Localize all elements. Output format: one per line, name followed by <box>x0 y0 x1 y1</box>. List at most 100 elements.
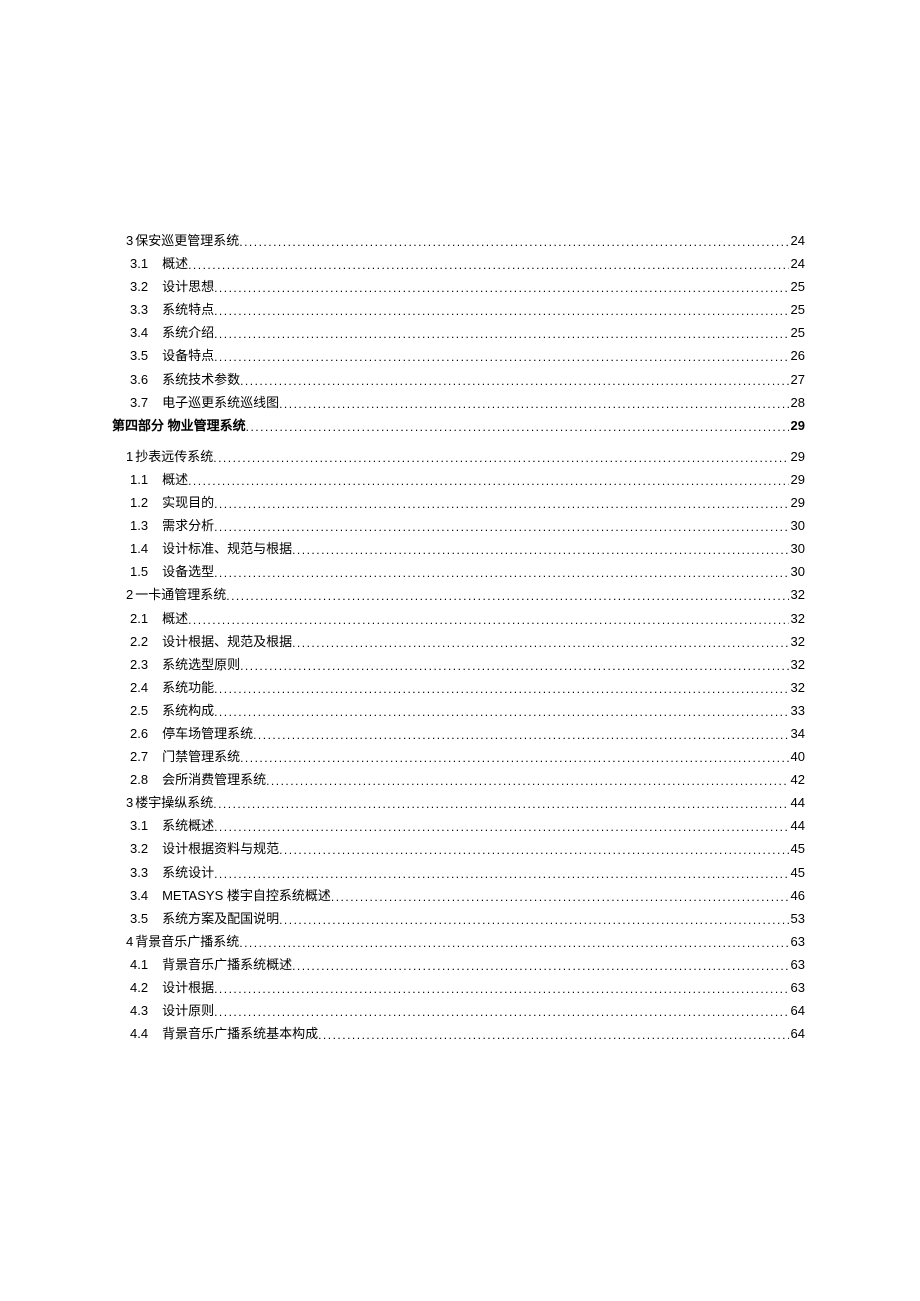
toc-entry: 2一卡通管理系统32 <box>112 588 805 601</box>
toc-leader <box>279 914 788 926</box>
toc-number: 1 <box>126 450 133 463</box>
toc-leader <box>214 868 788 880</box>
toc-page: 44 <box>789 819 805 832</box>
toc-entry: 4.4背景音乐广播系统基本构成64 <box>112 1027 805 1040</box>
toc-number: 4.4 <box>130 1027 148 1040</box>
toc-entry: 4.2设计根据63 <box>112 981 805 994</box>
toc-entry: 2.1概述32 <box>112 612 805 625</box>
toc-number: 1.1 <box>130 473 148 486</box>
toc-number: 1.2 <box>130 496 148 509</box>
toc-leader <box>246 421 789 433</box>
toc-page: 30 <box>789 519 805 532</box>
toc-page: 32 <box>789 588 805 601</box>
toc-entry: 2.5系统构成33 <box>112 704 805 717</box>
toc-title: 会所消费管理系统 <box>148 773 266 786</box>
toc-number: 2.8 <box>130 773 148 786</box>
toc-number: 1.4 <box>130 542 148 555</box>
toc-leader <box>188 475 788 487</box>
toc-leader <box>239 236 788 248</box>
toc-entry: 3.1概述24 <box>112 257 805 270</box>
toc-title: 概述 <box>148 612 188 625</box>
toc-page: 32 <box>789 658 805 671</box>
toc-number: 3 <box>126 234 133 247</box>
toc-page: 45 <box>789 842 805 855</box>
toc-page: 64 <box>789 1004 805 1017</box>
toc-leader <box>292 544 788 556</box>
toc-entry: 3.6系统技术参数27 <box>112 373 805 386</box>
toc-leader <box>266 775 788 787</box>
toc-leader <box>214 983 788 995</box>
toc-number: 2.3 <box>130 658 148 671</box>
toc-title: 设计原则 <box>148 1004 214 1017</box>
toc-entry: 1.5设备选型30 <box>112 565 805 578</box>
toc-entry: 第四部分 物业管理系统 29 <box>112 419 805 432</box>
toc-number: 2 <box>126 588 133 601</box>
toc-page: 64 <box>789 1027 805 1040</box>
toc-title: 设计根据、规范及根据 <box>148 635 292 648</box>
toc-title: 系统功能 <box>148 681 214 694</box>
toc-leader <box>318 1029 788 1041</box>
toc-page: 44 <box>789 796 805 809</box>
toc-entry: 3.5设备特点26 <box>112 349 805 362</box>
toc-entry: 4.1背景音乐广播系统概述63 <box>112 958 805 971</box>
toc-title: 系统构成 <box>148 704 214 717</box>
toc-page: 40 <box>789 750 805 763</box>
toc-title: 概述 <box>148 473 188 486</box>
toc-page: 28 <box>789 396 805 409</box>
toc-entry: 3楼宇操纵系统44 <box>112 796 805 809</box>
toc-number: 3.7 <box>130 396 148 409</box>
toc-entry: 2.8会所消费管理系统42 <box>112 773 805 786</box>
toc-page: 29 <box>789 419 805 432</box>
toc-entry: 3.7电子巡更系统巡线图 28 <box>112 396 805 409</box>
toc-number: 3.5 <box>130 349 148 362</box>
toc-leader <box>188 614 788 626</box>
toc-leader <box>214 567 788 579</box>
toc-leader <box>279 844 788 856</box>
toc-entry: 2.2设计根据、规范及根据32 <box>112 635 805 648</box>
toc-number: 3.1 <box>130 819 148 832</box>
toc-title: 系统概述 <box>148 819 214 832</box>
toc-leader <box>331 891 789 903</box>
toc-entry: 3.1系统概述 44 <box>112 819 805 832</box>
toc-number: 3.4 <box>130 326 148 339</box>
toc-leader <box>213 452 788 464</box>
toc-title: 设备选型 <box>148 565 214 578</box>
toc-number: 3.3 <box>130 866 148 879</box>
toc-number: 4.3 <box>130 1004 148 1017</box>
toc-number: 3.2 <box>130 842 148 855</box>
toc-number: 4 <box>126 935 133 948</box>
toc-title: 需求分析 <box>148 519 214 532</box>
toc-number: 3.5 <box>130 912 148 925</box>
toc-number: 1.3 <box>130 519 148 532</box>
toc-entry: 1抄表远传系统29 <box>112 450 805 463</box>
toc-leader <box>240 752 788 764</box>
toc-title: 系统介绍 <box>148 326 214 339</box>
toc-title: 门禁管理系统 <box>148 750 240 763</box>
toc-number: 3.4 <box>130 889 148 902</box>
toc-entry: 4.3设计原则 64 <box>112 1004 805 1017</box>
toc-entry: 2.6停车场管理系统34 <box>112 727 805 740</box>
toc-leader <box>214 1006 788 1018</box>
toc-number: 3 <box>126 796 133 809</box>
toc-title: 停车场管理系统 <box>148 727 253 740</box>
toc-number: 2.1 <box>130 612 148 625</box>
toc-title: METASYS 楼宇自控系统概述 <box>148 889 331 902</box>
toc-leader <box>214 498 788 510</box>
toc-page: 29 <box>789 473 805 486</box>
toc-page: 30 <box>789 542 805 555</box>
toc-number: 2.7 <box>130 750 148 763</box>
toc-entry: 3保安巡更管理系统24 <box>112 234 805 247</box>
toc-leader <box>214 351 788 363</box>
toc-number: 3.1 <box>130 257 148 270</box>
toc-number: 1.5 <box>130 565 148 578</box>
table-of-contents: 3保安巡更管理系统243.1概述243.2设计思想253.3系统特点253.4系… <box>112 234 805 1040</box>
toc-number: 3.2 <box>130 280 148 293</box>
toc-title: 电子巡更系统巡线图 <box>148 396 279 409</box>
toc-leader <box>240 660 788 672</box>
toc-page: 29 <box>789 450 805 463</box>
toc-page: 63 <box>789 981 805 994</box>
toc-page: 34 <box>789 727 805 740</box>
toc-title: 第四部分 物业管理系统 <box>112 419 246 432</box>
toc-page: 29 <box>789 496 805 509</box>
toc-leader <box>279 398 788 410</box>
